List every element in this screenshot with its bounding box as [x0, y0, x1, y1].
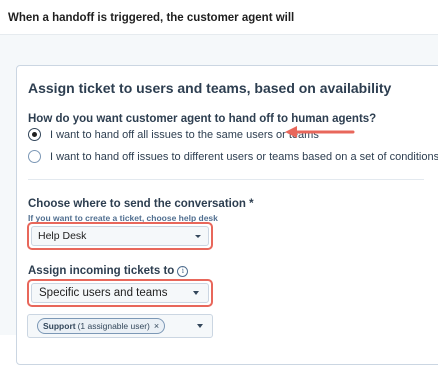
- info-icon[interactable]: i: [177, 266, 189, 277]
- assignment-card: Assign ticket to users and teams, based …: [16, 65, 438, 365]
- radio-option-label: I want to hand off all issues to the sam…: [50, 128, 319, 141]
- chevron-down-icon: [193, 291, 199, 295]
- handoff-settings-panel: Assign ticket to users and teams, based …: [0, 34, 438, 365]
- assign-label-text: Assign incoming tickets to: [28, 265, 175, 277]
- radio-option-conditions[interactable]: I want to hand off issues to different u…: [28, 150, 438, 163]
- destination-select[interactable]: Help Desk: [31, 226, 209, 246]
- assign-select[interactable]: Specific users and teams: [31, 283, 209, 303]
- radio-selected-icon[interactable]: [28, 128, 41, 141]
- assign-select-value: Specific users and teams: [39, 287, 168, 299]
- assignees-select[interactable]: Support (1 assignable user) ×: [27, 314, 213, 338]
- section-heading: When a handoff is triggered, the custome…: [8, 12, 295, 24]
- team-tag-name: Support: [43, 321, 76, 331]
- destination-select-value: Help Desk: [38, 230, 87, 242]
- radio-option-same-users[interactable]: I want to hand off all issues to the sam…: [28, 128, 319, 141]
- radio-unselected-icon[interactable]: [28, 150, 41, 163]
- handoff-question: How do you want customer agent to hand o…: [28, 113, 377, 125]
- team-tag: Support (1 assignable user) ×: [37, 318, 166, 334]
- remove-tag-icon[interactable]: ×: [154, 321, 159, 331]
- team-tag-detail: (1 assignable user): [77, 321, 150, 331]
- card-title: Assign ticket to users and teams, based …: [28, 80, 392, 96]
- assign-label: Assign incoming tickets to i: [28, 265, 189, 277]
- radio-option-label: I want to hand off issues to different u…: [50, 150, 438, 163]
- annotation-arrow-icon: [285, 126, 355, 138]
- divider: [28, 179, 424, 180]
- destination-label: Choose where to send the conversation *: [28, 198, 254, 210]
- chevron-down-icon: [195, 234, 201, 238]
- chevron-down-icon: [197, 324, 203, 328]
